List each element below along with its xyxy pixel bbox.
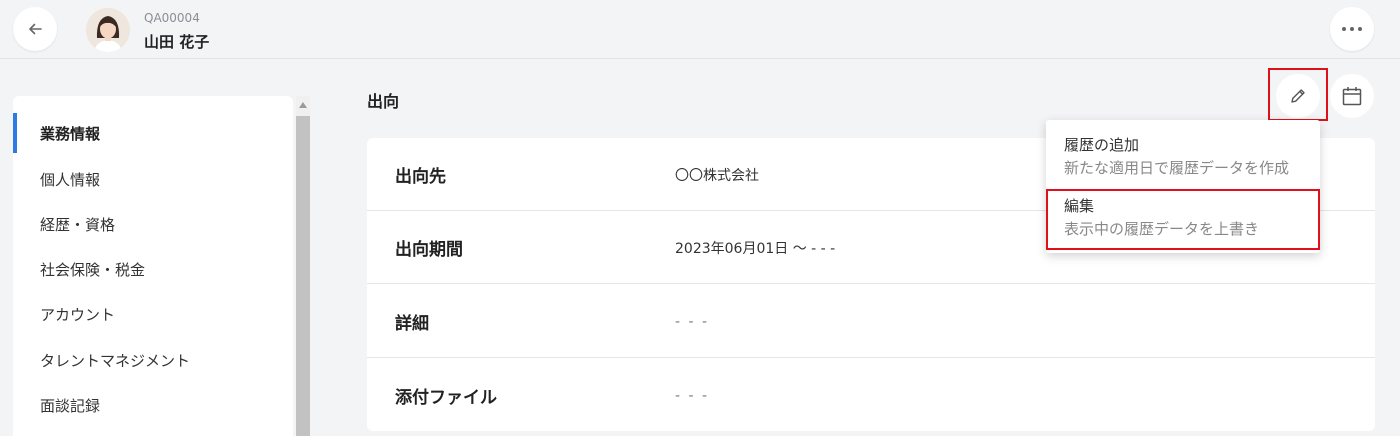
row-value: 〇〇株式会社	[675, 167, 759, 184]
more-options-button[interactable]	[1330, 7, 1374, 51]
row-label: 出向先	[395, 167, 446, 187]
employee-code: QA00004	[144, 11, 200, 25]
menu-item-description: 新たな適用日で履歴データを作成	[1064, 159, 1290, 177]
section-title: 出向	[367, 92, 400, 111]
row-value: 2023年06月01日 〜 - - -	[675, 240, 836, 257]
sidebar-item-insurance-tax[interactable]: 社会保険・税金	[13, 249, 293, 289]
sidebar-item-label: 業務情報	[40, 124, 101, 143]
sidebar-item-account[interactable]: アカウント	[13, 294, 293, 334]
edit-menu-highlight	[1046, 189, 1320, 250]
row-value: - - -	[675, 313, 710, 330]
person-portrait-icon	[86, 8, 130, 52]
edit-button-highlight	[1268, 68, 1328, 121]
scroll-thumb[interactable]	[296, 116, 310, 436]
sidebar-item-interview-records[interactable]: 面談記録	[13, 385, 293, 425]
row-value: - - -	[675, 387, 710, 404]
sidebar-item-label: 個人情報	[40, 170, 101, 189]
sidebar-item-talent-management[interactable]: タレントマネジメント	[13, 340, 293, 380]
calendar-button[interactable]	[1330, 74, 1374, 118]
sidebar-item-label: タレントマネジメント	[40, 351, 191, 370]
detail-row: 詳細 - - -	[367, 285, 1375, 358]
calendar-icon	[1342, 87, 1362, 106]
row-label: 添付ファイル	[395, 388, 497, 408]
active-indicator	[13, 113, 17, 153]
row-label: 出向期間	[395, 240, 463, 260]
menu-item-add-history[interactable]: 履歴の追加 新たな適用日で履歴データを作成	[1046, 128, 1320, 188]
scroll-up-arrow[interactable]	[296, 96, 310, 114]
sidebar-item-label: 経歴・資格	[40, 215, 116, 234]
sidebar-item-career-qualifications[interactable]: 経歴・資格	[13, 204, 293, 244]
sidebar-item-label: アカウント	[40, 305, 116, 324]
avatar	[86, 8, 130, 52]
arrow-left-icon	[29, 23, 42, 35]
sidebar-item-label: 社会保険・税金	[40, 260, 146, 279]
sidebar-scrollbar[interactable]	[296, 96, 310, 436]
sidebar-item-label: 面談記録	[40, 396, 101, 415]
menu-item-title: 履歴の追加	[1064, 136, 1140, 154]
ellipsis-icon	[1342, 27, 1362, 31]
row-label: 詳細	[395, 314, 429, 334]
employee-name: 山田 花子	[144, 33, 210, 51]
triangle-up-icon	[299, 102, 307, 108]
detail-row: 添付ファイル - - -	[367, 359, 1375, 432]
sidebar-item-personal-info[interactable]: 個人情報	[13, 159, 293, 199]
sidebar-nav: 業務情報 個人情報 経歴・資格 社会保険・税金 アカウント タレントマネジメント…	[13, 96, 293, 436]
top-bar: QA00004 山田 花子	[0, 0, 1400, 59]
back-button[interactable]	[13, 7, 57, 51]
sidebar-item-business-info[interactable]: 業務情報	[13, 113, 293, 153]
